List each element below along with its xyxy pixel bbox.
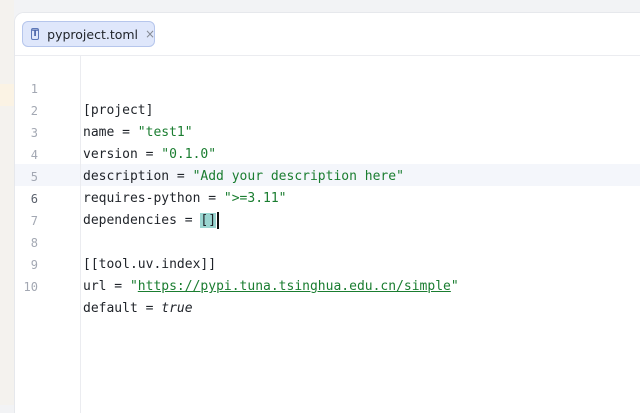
code-editor[interactable]: 1 [project] 2 name = "test1" 3 version =… [15,56,640,413]
code-line: 10 default = true [15,254,640,316]
editor-tab-bar: T pyproject.toml × [15,13,640,56]
code-line: 3 version = "0.1.0" [15,100,640,162]
line-number: 10 [23,280,38,294]
code-line: 4 description = "Add your description he… [15,122,640,184]
code-line: 2 name = "test1" [15,78,640,140]
tab-label: pyproject.toml [47,26,139,42]
code-line: 1 [project] [15,56,640,118]
close-icon[interactable]: × [145,27,155,41]
code-line: 5 requires-python = ">=3.11" [15,144,640,206]
left-background [0,0,14,405]
toml-key: url [83,279,107,294]
url-link[interactable]: https://pypi.tuna.tsinghua.edu.cn/simple [138,279,451,294]
code-line-current: 6 dependencies = [] [15,166,640,229]
quote-open: " [129,279,138,294]
editor-panel: T pyproject.toml × 1 [project] 2 name = … [14,12,640,413]
equals-sign: = [106,279,130,294]
left-highlight-strip [0,84,14,106]
quote-close: " [450,279,459,294]
code-line: 9 url = "https://pypi.tuna.tsinghua.edu.… [15,232,640,294]
tab-pyproject-toml[interactable]: T pyproject.toml × [22,21,155,47]
toml-key: default [83,301,138,316]
code-line: 8 [[tool.uv.index]] [15,210,640,272]
toml-file-icon: T [31,28,40,40]
code-line: 7 [15,188,640,228]
equals-sign: = [137,301,162,316]
boolean-value: true [161,301,193,316]
